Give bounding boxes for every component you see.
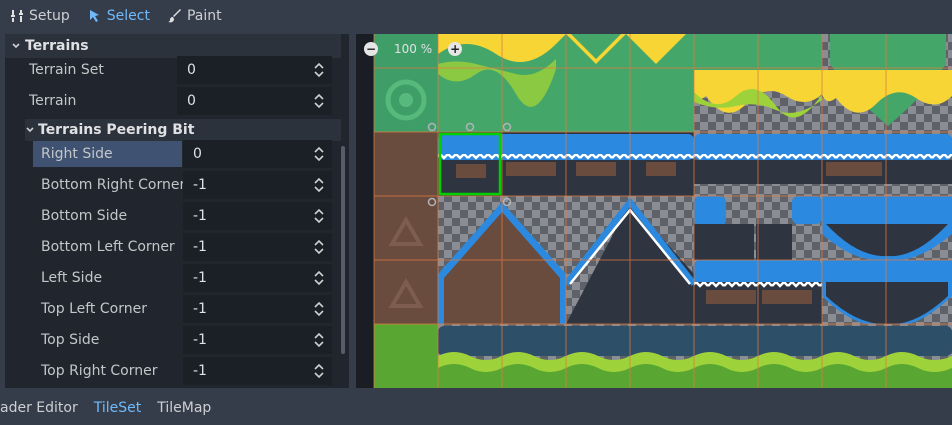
tile-atlas-canvas[interactable] bbox=[356, 34, 952, 388]
terrain-spinbox[interactable]: 0 bbox=[177, 87, 332, 115]
select-button[interactable]: Select bbox=[88, 8, 150, 24]
terrain-value: 0 bbox=[187, 93, 196, 109]
peering-bit-value: -1 bbox=[193, 363, 207, 379]
paint-label: Paint bbox=[186, 8, 222, 24]
peering-bit-label: Top Left Corner bbox=[41, 301, 147, 317]
peering-bit-label: Right Side bbox=[41, 146, 113, 162]
setup-icon bbox=[11, 10, 23, 22]
peering-bit-value: -1 bbox=[193, 208, 207, 224]
terrains-section-title: Terrains bbox=[25, 38, 89, 54]
terrain-set-spinbox[interactable]: 0 bbox=[177, 56, 332, 84]
spin-arrows-icon[interactable] bbox=[314, 94, 324, 108]
peering-bit-value: -1 bbox=[193, 332, 207, 348]
select-label: Select bbox=[106, 8, 150, 24]
peering-bit-value: 0 bbox=[193, 146, 202, 162]
peering-bit-label: Top Side bbox=[41, 332, 100, 348]
peering-bit-spinbox[interactable]: -1 bbox=[183, 326, 332, 354]
zoom-level: 100 % bbox=[394, 42, 433, 56]
terrain-set-row: Terrain Set bbox=[29, 56, 104, 84]
peering-bit-spinbox[interactable]: -1 bbox=[183, 295, 332, 323]
peering-bit-label: Top Right Corner bbox=[41, 363, 158, 379]
peering-bit-label: Left Side bbox=[41, 270, 103, 286]
peering-bit-value: -1 bbox=[193, 239, 207, 255]
peering-bit-value: -1 bbox=[193, 177, 207, 193]
bottom-panel-tabs: ader Editor TileSet TileMap bbox=[0, 390, 952, 425]
terrain-label: Terrain bbox=[29, 93, 77, 109]
peering-bit-value: -1 bbox=[193, 301, 207, 317]
setup-button[interactable]: Setup bbox=[10, 8, 70, 24]
peering-bit-row: Bottom Side bbox=[41, 202, 127, 230]
tab-tileset[interactable]: TileSet bbox=[94, 400, 142, 416]
spin-arrows-icon[interactable] bbox=[314, 240, 324, 254]
peering-bit-row: Left Side bbox=[41, 264, 102, 292]
spin-arrows-icon[interactable] bbox=[314, 271, 324, 285]
peering-bit-label: Bottom Side bbox=[41, 208, 128, 224]
spin-arrows-icon[interactable] bbox=[314, 333, 324, 347]
peering-bit-value: -1 bbox=[193, 270, 207, 286]
peering-bit-row: Right Side bbox=[41, 140, 113, 168]
inspector-scrollbar[interactable] bbox=[341, 146, 345, 354]
terrains-section-header[interactable]: Terrains bbox=[5, 34, 341, 58]
spin-arrows-icon[interactable] bbox=[314, 178, 324, 192]
spin-arrows-icon[interactable] bbox=[314, 364, 324, 378]
terrain-set-label: Terrain Set bbox=[29, 62, 104, 78]
zoom-in-icon[interactable]: + bbox=[448, 42, 463, 56]
spin-arrows-icon[interactable] bbox=[314, 209, 324, 223]
peering-bit-spinbox[interactable]: -1 bbox=[183, 233, 332, 261]
terrain-row: Terrain bbox=[29, 87, 76, 115]
tile-atlas-viewport[interactable]: − 100 % + bbox=[356, 34, 952, 388]
chevron-down-icon bbox=[26, 127, 34, 133]
peering-bit-row: Top Left Corner bbox=[41, 295, 147, 323]
paint-button[interactable]: Paint bbox=[167, 8, 222, 24]
peering-bit-label: Bottom Right Corner bbox=[41, 177, 186, 193]
peering-bit-spinbox[interactable]: -1 bbox=[183, 171, 332, 199]
inspector-panel: Terrains Terrain Set 0 Terrain 0 Terrain… bbox=[5, 34, 349, 388]
zoom-controls: − 100 % + bbox=[364, 42, 463, 56]
peering-bit-spinbox[interactable]: -1 bbox=[183, 202, 332, 230]
tileset-toolbar: Setup Select Paint bbox=[0, 0, 952, 32]
terrains-peering-bit-title: Terrains Peering Bit bbox=[38, 122, 195, 138]
spin-arrows-icon[interactable] bbox=[314, 63, 324, 77]
peering-bit-spinbox[interactable]: -1 bbox=[183, 357, 332, 385]
terrain-set-value: 0 bbox=[187, 62, 196, 78]
peering-bit-row: Bottom Right Corner bbox=[41, 171, 185, 199]
peering-bit-row: Top Side bbox=[41, 326, 99, 354]
peering-bit-spinbox[interactable]: -1 bbox=[183, 264, 332, 292]
peering-bit-label: Bottom Left Corner bbox=[41, 239, 175, 255]
zoom-out-icon[interactable]: − bbox=[364, 42, 378, 56]
arrow-cursor-icon bbox=[89, 10, 99, 22]
peering-bit-row: Top Right Corner bbox=[41, 357, 157, 385]
tab-shader-editor[interactable]: ader Editor bbox=[0, 400, 78, 416]
setup-label: Setup bbox=[29, 8, 70, 24]
brush-icon bbox=[167, 9, 181, 23]
tab-tilemap[interactable]: TileMap bbox=[157, 400, 211, 416]
peering-bit-spinbox[interactable]: 0 bbox=[183, 140, 332, 168]
peering-bit-row: Bottom Left Corner bbox=[41, 233, 175, 261]
chevron-down-icon bbox=[12, 43, 20, 49]
spin-arrows-icon[interactable] bbox=[314, 147, 324, 161]
spin-arrows-icon[interactable] bbox=[314, 302, 324, 316]
terrains-peering-bit-header[interactable]: Terrains Peering Bit bbox=[25, 119, 341, 141]
